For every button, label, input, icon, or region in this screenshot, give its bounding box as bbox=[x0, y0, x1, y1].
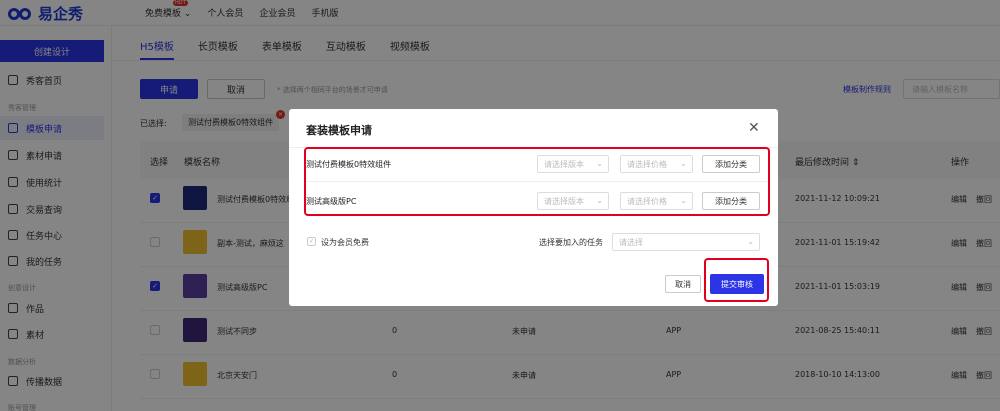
member-free-checkbox[interactable]: ✓ bbox=[307, 237, 316, 246]
version-select[interactable]: 请选择版本 ⌄ bbox=[537, 192, 609, 210]
chevron-down-icon: ⌄ bbox=[596, 196, 603, 205]
task-select[interactable]: 请选择 ⌄ bbox=[612, 233, 760, 251]
add-category-button[interactable]: 添加分类 bbox=[702, 155, 760, 173]
member-free-label: 设为会员免费 bbox=[321, 238, 369, 247]
modal-cancel-button[interactable]: 取消 bbox=[665, 275, 701, 293]
submit-review-button[interactable]: 提交审核 bbox=[710, 274, 764, 294]
task-select-label: 选择要加入的任务 bbox=[539, 238, 603, 247]
modal-row-name: 测试高级版PC bbox=[306, 197, 357, 206]
chevron-down-icon: ⌄ bbox=[680, 159, 687, 168]
bundle-apply-modal: 套装模板申请 ✕ 测试付费模板0特效组件 请选择版本 ⌄ 请选择价格 ⌄ 添加分类 … bbox=[289, 109, 778, 306]
price-select[interactable]: 请选择价格 ⌄ bbox=[620, 192, 693, 210]
add-category-button[interactable]: 添加分类 bbox=[702, 192, 760, 210]
chevron-down-icon: ⌄ bbox=[680, 196, 687, 205]
version-select[interactable]: 请选择版本 ⌄ bbox=[537, 155, 609, 173]
chevron-down-icon: ⌄ bbox=[747, 237, 754, 246]
close-icon[interactable]: ✕ bbox=[748, 120, 760, 136]
chevron-down-icon: ⌄ bbox=[596, 159, 603, 168]
modal-title: 套装模板申请 bbox=[306, 124, 372, 137]
price-select[interactable]: 请选择价格 ⌄ bbox=[620, 155, 693, 173]
modal-row-divider bbox=[306, 181, 768, 182]
modal-row-name: 测试付费模板0特效组件 bbox=[306, 160, 392, 169]
